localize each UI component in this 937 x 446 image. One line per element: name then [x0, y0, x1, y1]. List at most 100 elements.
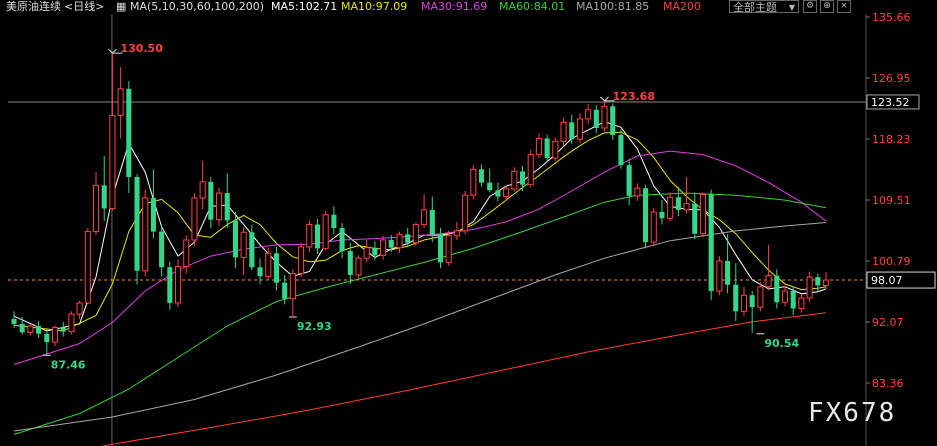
candle-up — [68, 311, 75, 335]
candle-up — [92, 172, 100, 236]
candle-body — [60, 327, 66, 332]
candle-body — [27, 325, 34, 333]
candle-body — [224, 193, 230, 221]
candle-body — [527, 154, 534, 186]
candle-body — [626, 165, 632, 196]
candle-body — [593, 109, 599, 128]
low-marker: 87.46 — [42, 354, 86, 371]
candle-up — [716, 256, 723, 296]
candle-body — [174, 266, 182, 304]
candle-body — [650, 211, 657, 243]
candle-body — [453, 230, 460, 237]
candle-body — [363, 247, 370, 259]
candle-up — [298, 242, 305, 278]
candle-down — [134, 174, 140, 285]
candle-down — [790, 286, 796, 315]
candle-down — [815, 273, 821, 292]
candle-body — [372, 247, 378, 256]
candle-body — [495, 190, 501, 197]
marker-label: 92.93 — [297, 320, 332, 333]
candle-down — [610, 103, 616, 140]
candle-body — [569, 122, 575, 140]
candle-body — [757, 286, 764, 308]
candle-body — [101, 185, 107, 209]
candle-body — [798, 297, 805, 310]
candle-body — [19, 323, 25, 333]
candle-down — [150, 169, 156, 239]
candle-body — [347, 251, 353, 275]
candle-down — [478, 164, 485, 187]
candle-body — [503, 188, 510, 198]
candle-body — [610, 106, 616, 135]
candle-body — [405, 234, 411, 243]
candle-body — [134, 176, 140, 271]
candle-down — [708, 189, 714, 301]
candlestick-chart[interactable]: 135.66 126.95 118.23 109.51 100.79 92.07 83.36… — [0, 0, 937, 446]
candle-body — [76, 302, 83, 315]
y-tick-label: 100.79 — [872, 255, 911, 268]
candle-body — [36, 326, 42, 334]
candle-body — [273, 253, 280, 283]
candle-up — [535, 133, 542, 159]
candle-down — [101, 155, 107, 222]
candle-body — [552, 140, 559, 159]
candle-body — [519, 171, 526, 185]
candle-up — [462, 190, 469, 235]
candle-body — [117, 88, 124, 116]
marker-label: 87.46 — [51, 358, 86, 371]
candle-up — [470, 165, 477, 200]
candle-up — [84, 228, 91, 305]
candle-body — [445, 235, 452, 263]
candle-body — [470, 168, 477, 196]
candle-up — [798, 293, 805, 313]
candle-up — [527, 149, 534, 188]
candle-up — [453, 221, 460, 240]
low-marker: 92.93 — [288, 316, 332, 333]
candle-body — [322, 214, 329, 249]
candle-body — [51, 326, 59, 343]
candle-body — [576, 118, 583, 140]
candle-body — [240, 231, 247, 258]
candle-body — [331, 214, 337, 229]
candle-up — [634, 183, 641, 201]
candle-up — [781, 285, 789, 307]
candle-up — [650, 207, 657, 247]
candle-body — [774, 275, 780, 303]
candle-up — [363, 239, 370, 263]
candle-body — [289, 273, 296, 300]
candle-down — [208, 176, 214, 229]
candle-body — [437, 234, 444, 263]
candle-down — [544, 134, 550, 162]
current-price-label: 98.07 — [871, 274, 903, 287]
candle-body — [535, 137, 542, 156]
candle-up — [355, 255, 362, 280]
candle-body — [92, 184, 100, 233]
candle-up — [822, 272, 830, 289]
candle-body — [282, 282, 288, 299]
candles — [11, 53, 830, 355]
candle-body — [560, 121, 567, 142]
candle-body — [675, 197, 681, 210]
candle-up — [322, 210, 329, 251]
candle-down — [749, 291, 755, 333]
candle-body — [167, 267, 173, 303]
candle-up — [51, 325, 59, 347]
candle-body — [683, 203, 690, 211]
candle-up — [191, 193, 198, 247]
candle-body — [708, 194, 714, 292]
candle-up — [576, 113, 583, 144]
candle-down — [372, 241, 378, 261]
candle-body — [692, 203, 698, 234]
candle-down — [273, 246, 280, 291]
candle-down — [224, 173, 230, 229]
candle-body — [388, 239, 394, 248]
candle-body — [412, 224, 419, 244]
candle-up — [216, 187, 223, 226]
candle-body — [183, 239, 190, 268]
candle-body — [667, 196, 674, 219]
candle-body — [781, 290, 789, 303]
candle-body — [249, 232, 255, 268]
candle-body — [749, 295, 755, 308]
candle-body — [150, 197, 156, 232]
candle-down — [249, 224, 255, 271]
